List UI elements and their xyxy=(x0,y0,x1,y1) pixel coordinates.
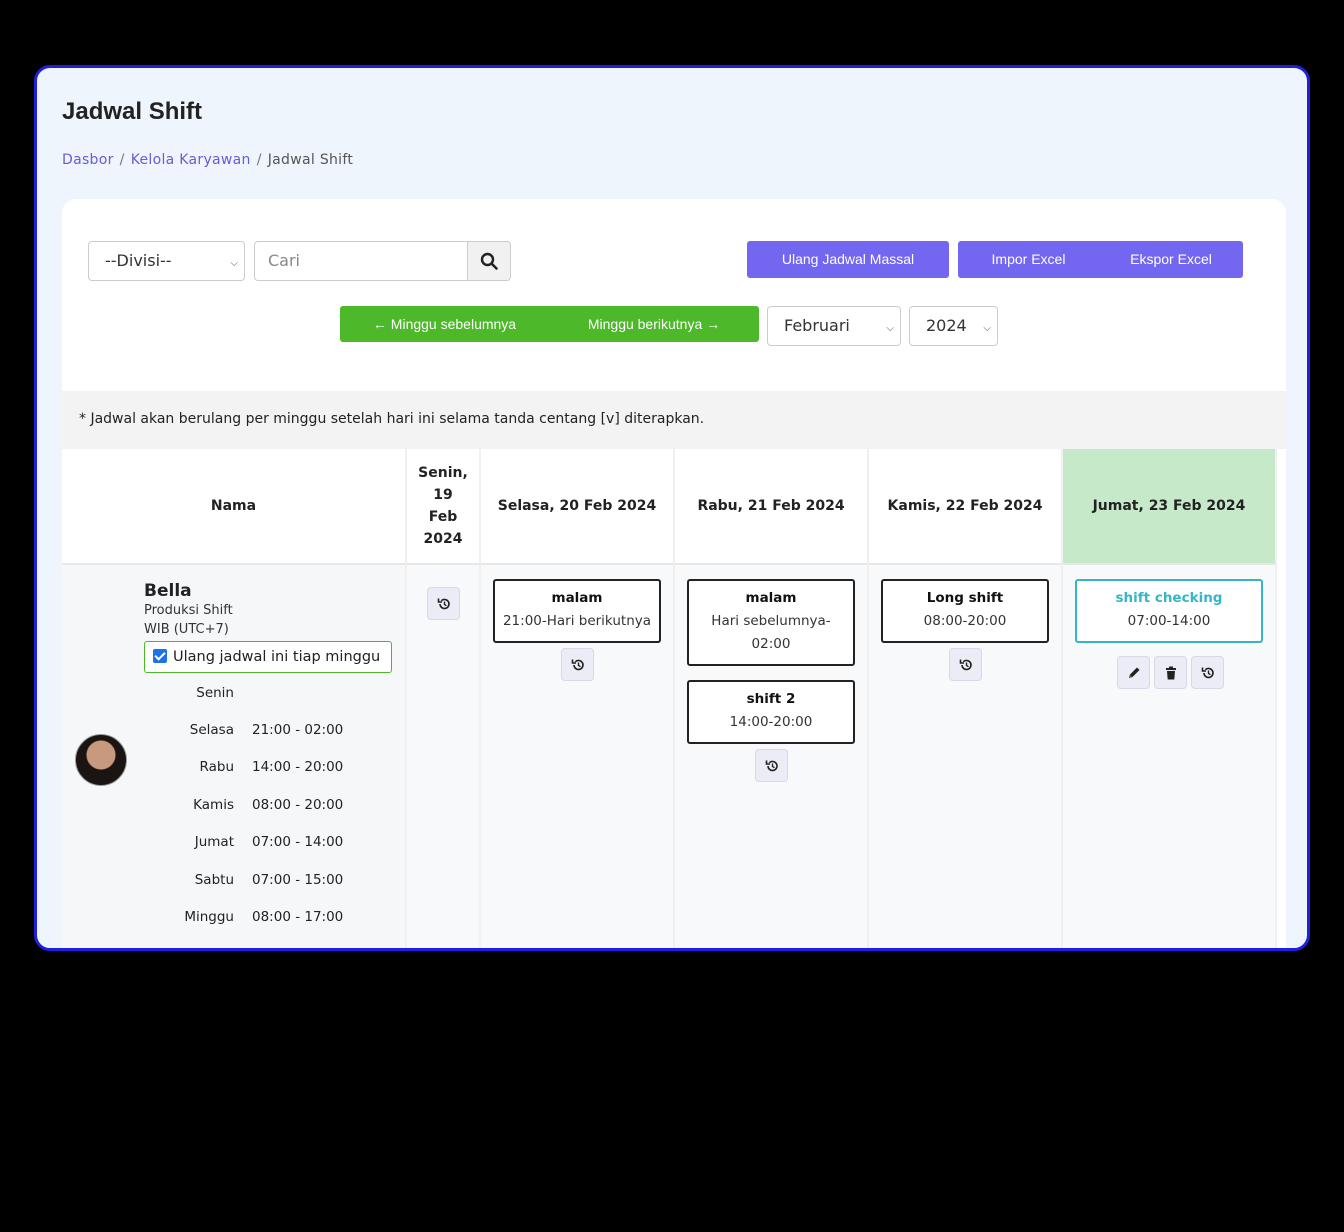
shift-time: 21:00-Hari berikutnya xyxy=(502,613,652,629)
import-excel-button[interactable]: Impor Excel xyxy=(958,241,1099,278)
weekly-time: 14:00 - 20:00 xyxy=(252,759,344,775)
employee-timezone: WIB (UTC+7) xyxy=(144,622,229,637)
cell-selasa: malam 21:00-Hari berikutnya xyxy=(481,563,675,948)
weekly-day: Selasa xyxy=(189,722,234,738)
shift-time: 14:00-20:00 xyxy=(729,714,813,730)
history-button[interactable] xyxy=(561,648,594,681)
repeat-note: * Jadwal akan berulang per minggu setela… xyxy=(62,391,1286,449)
weekly-row: Rabu 14:00 - 20:00 xyxy=(162,759,362,779)
history-icon xyxy=(1201,667,1214,679)
history-button[interactable] xyxy=(949,648,982,681)
header-senin: Senin, 19 Feb 2024 xyxy=(407,449,481,563)
history-button[interactable] xyxy=(1191,656,1224,689)
checkbox-checked-icon xyxy=(153,649,167,663)
breadcrumb: Dasbor / Kelola Karyawan / Jadwal Shift xyxy=(62,152,354,168)
weekly-day: Senin xyxy=(196,685,234,701)
weekly-row: Jumat 07:00 - 14:00 xyxy=(162,834,362,854)
cell-senin xyxy=(407,563,481,948)
breadcrumb-dasbor[interactable]: Dasbor xyxy=(62,152,114,168)
employee-name: Bella xyxy=(144,581,192,601)
shift-time: 07:00-14:00 xyxy=(1127,613,1211,629)
shift-time: Hari sebelumnya-02:00 xyxy=(711,613,831,652)
search-button[interactable] xyxy=(467,241,511,281)
month-select[interactable]: Februari ⌵ xyxy=(767,306,901,346)
shift-time: 08:00-20:00 xyxy=(923,613,1007,629)
cell-jumat: shift checking 07:00-14:00 xyxy=(1063,563,1277,948)
weekly-day: Minggu xyxy=(184,909,234,925)
weekly-day: Kamis xyxy=(193,797,234,813)
header-nama: Nama xyxy=(62,449,407,563)
trash-icon xyxy=(1166,666,1176,680)
history-icon xyxy=(437,598,450,610)
history-button[interactable] xyxy=(755,749,788,782)
page-title: Jadwal Shift xyxy=(62,98,203,125)
chevron-down-icon: ⌵ xyxy=(983,323,991,334)
shift-name: Long shift xyxy=(926,590,1004,606)
chevron-down-icon: ⌵ xyxy=(230,258,238,269)
weekly-row: Kamis 08:00 - 20:00 xyxy=(162,797,362,817)
search-input[interactable]: Cari xyxy=(254,241,468,281)
cell-kamis: Long shift 08:00-20:00 xyxy=(869,563,1063,948)
repeat-weekly-checkbox[interactable]: Ulang jadwal ini tiap minggu xyxy=(144,641,392,673)
shift-card[interactable]: malam 21:00-Hari berikutnya xyxy=(493,579,661,643)
shift-name: malam xyxy=(745,590,797,606)
weekly-row: Sabtu 07:00 - 15:00 xyxy=(162,872,362,892)
weekly-row: Selasa 21:00 - 02:00 xyxy=(162,722,362,742)
shift-name: shift 2 xyxy=(746,691,796,707)
employee-division: Produksi Shift xyxy=(144,603,233,618)
shift-name: shift checking xyxy=(1115,590,1223,606)
cell-rabu: malam Hari sebelumnya-02:00 shift 2 14:0… xyxy=(675,563,869,948)
weekly-day: Jumat xyxy=(194,834,234,850)
export-excel-button[interactable]: Ekspor Excel xyxy=(1099,241,1243,278)
month-select-value: Februari xyxy=(784,316,850,335)
header-kamis: Kamis, 22 Feb 2024 xyxy=(869,449,1063,563)
weekly-time: 08:00 - 20:00 xyxy=(252,797,344,813)
history-icon xyxy=(959,659,972,671)
shift-card[interactable]: malam Hari sebelumnya-02:00 xyxy=(687,579,855,666)
chevron-down-icon: ⌵ xyxy=(886,323,894,334)
next-week-button[interactable]: Minggu berikutnya → xyxy=(549,306,759,342)
weekly-day: Sabtu xyxy=(194,872,234,888)
weekly-row: Senin xyxy=(162,685,362,705)
edit-button[interactable] xyxy=(1117,656,1150,689)
division-select[interactable]: --Divisi-- ⌵ xyxy=(88,241,245,281)
prev-week-button[interactable]: ← Minggu sebelumnya xyxy=(340,306,549,342)
year-select[interactable]: 2024 ⌵ xyxy=(909,306,998,346)
employee-cell: Bella Produksi Shift WIB (UTC+7) Ulang j… xyxy=(62,563,407,948)
schedule-card: --Divisi-- ⌵ Cari Ulang Jadwal Massal Im… xyxy=(62,199,1286,948)
repeat-weekly-label: Ulang jadwal ini tiap minggu xyxy=(173,649,381,665)
year-select-value: 2024 xyxy=(926,316,967,335)
weekly-day: Rabu xyxy=(199,759,234,775)
mass-repeat-button[interactable]: Ulang Jadwal Massal xyxy=(747,241,949,278)
header-rabu: Rabu, 21 Feb 2024 xyxy=(675,449,869,563)
weekly-time: 07:00 - 14:00 xyxy=(252,834,344,850)
search-icon xyxy=(480,252,498,270)
shift-card[interactable]: shift checking 07:00-14:00 xyxy=(1075,579,1263,643)
weekly-row: Minggu 08:00 - 17:00 xyxy=(162,909,362,929)
shift-name: malam xyxy=(551,590,603,606)
breadcrumb-kelola-karyawan[interactable]: Kelola Karyawan xyxy=(131,152,251,168)
history-icon xyxy=(571,659,584,671)
breadcrumb-current: Jadwal Shift xyxy=(267,152,354,168)
pencil-icon xyxy=(1129,667,1140,678)
shift-card[interactable]: shift 2 14:00-20:00 xyxy=(687,680,855,744)
weekly-time: 08:00 - 17:00 xyxy=(252,909,344,925)
avatar xyxy=(75,734,127,786)
header-selasa: Selasa, 20 Feb 2024 xyxy=(481,449,675,563)
shift-card[interactable]: Long shift 08:00-20:00 xyxy=(881,579,1049,643)
app-window: Jadwal Shift Dasbor / Kelola Karyawan / Jadw… xyxy=(34,65,1310,951)
weekly-time: 07:00 - 15:00 xyxy=(252,872,344,888)
division-select-value: --Divisi-- xyxy=(105,251,172,270)
history-button[interactable] xyxy=(427,587,460,620)
history-icon xyxy=(765,760,778,772)
header-jumat: Jumat, 23 Feb 2024 xyxy=(1063,449,1277,563)
delete-button[interactable] xyxy=(1154,656,1187,689)
weekly-time: 21:00 - 02:00 xyxy=(252,722,344,738)
